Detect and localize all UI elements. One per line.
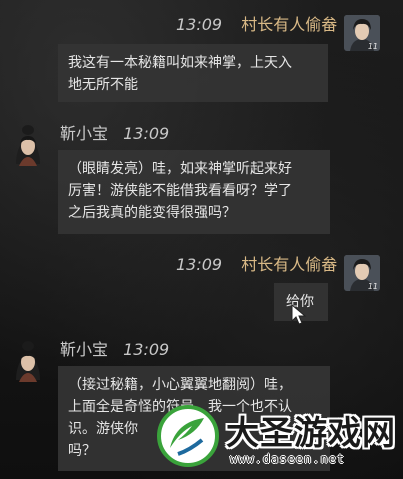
player-avatar[interactable]: 11 (344, 15, 380, 51)
npc-avatar[interactable] (11, 124, 45, 166)
sender-name: 村长有人偷畚 (241, 15, 338, 34)
sender-name: 靳小宝 (60, 340, 109, 359)
watermark-title: 大圣游戏网 (226, 413, 396, 452)
avatar-level: 11 (367, 282, 378, 291)
npc-avatar[interactable] (11, 340, 45, 382)
message-time: 13:09 (123, 340, 170, 359)
avatar-portrait-icon (16, 341, 40, 382)
player-avatar[interactable]: 11 (344, 255, 380, 291)
message-bubble: （眼睛发亮）哇，如来神掌听起来好 厉害！游侠能不能借我看看呀？学了 之后我真的能… (58, 150, 330, 234)
watermark: 大圣游戏网 www.daseen.net (148, 400, 403, 479)
message-header: 13:09 村长有人偷畚 (176, 15, 337, 35)
sender-name: 村长有人偷畚 (241, 255, 338, 274)
message-header: 13:09 村长有人偷畚 (176, 255, 337, 275)
sender-name: 靳小宝 (60, 124, 109, 143)
message-time: 13:09 (176, 15, 223, 34)
message-bubble: 我这有一本秘籍叫如来神掌，上天入 地无所不能 (58, 44, 328, 102)
message-header: 靳小宝 13:09 (60, 340, 169, 360)
message-time: 13:09 (176, 255, 223, 274)
message-header: 靳小宝 13:09 (60, 124, 169, 144)
message-time: 13:09 (123, 124, 170, 143)
avatar-portrait-icon (16, 125, 40, 166)
watermark-logo-icon (157, 405, 219, 467)
mouse-cursor-icon (291, 304, 307, 325)
avatar-level: 11 (367, 42, 378, 51)
watermark-url: www.daseen.net (230, 452, 346, 466)
